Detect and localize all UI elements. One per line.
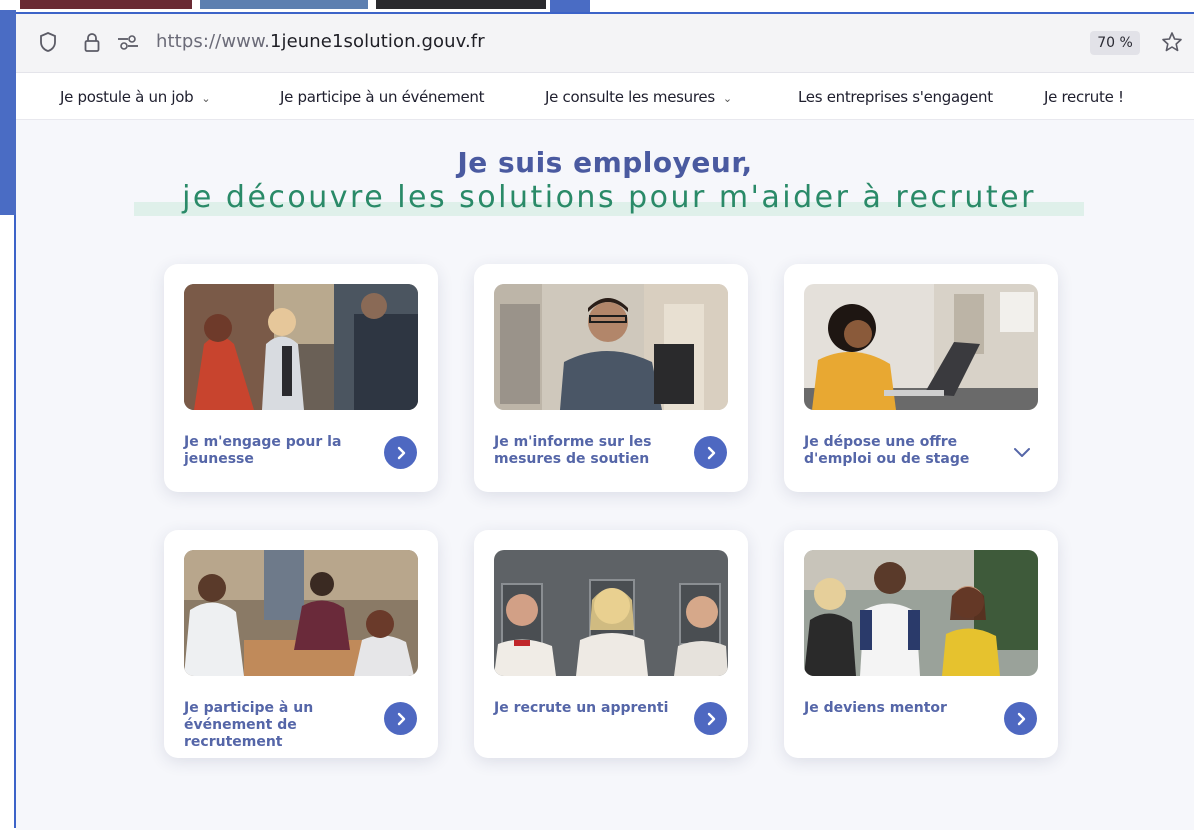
- nav-item-label: Je postule à un job: [60, 88, 194, 106]
- card-label: Je dépose une offre d'emploi ou de stage: [804, 434, 970, 467]
- card-recruitment-event[interactable]: Je participe à un événement de recruteme…: [164, 530, 438, 758]
- nav-item-companies[interactable]: Les entreprises s'engagent: [798, 88, 993, 106]
- page-subtitle-wrap: je découvre les solutions pour m'aider à…: [134, 180, 1084, 220]
- card-apprentice[interactable]: Je recrute un apprenti: [474, 530, 748, 758]
- browser-window: https://www.1jeune1solution.gouv.fr 70 %…: [16, 12, 1194, 830]
- browser-toolbar: https://www.1jeune1solution.gouv.fr 70 %: [16, 14, 1194, 73]
- url-domain: 1jeune1solution.gouv.fr: [269, 31, 485, 52]
- nav-item-measures[interactable]: Je consulte les mesures ⌄: [545, 88, 732, 106]
- photo-man-laptop: [494, 284, 728, 410]
- url-prefix: https://www.: [156, 31, 270, 52]
- photo-three-candidates: [494, 550, 728, 676]
- card-mentor[interactable]: Je deviens mentor: [784, 530, 1058, 758]
- permissions-icon[interactable]: [116, 30, 140, 54]
- chevron-right-icon: [707, 446, 715, 459]
- chevron-down-icon: ⌄: [722, 92, 732, 105]
- card-engagement[interactable]: Je m'engage pour la jeunesse: [164, 264, 438, 492]
- card-label: Je recrute un apprenti: [494, 700, 669, 716]
- card-label: Je participe à un événement de recruteme…: [184, 700, 314, 750]
- card-label: Je deviens mentor: [804, 700, 947, 716]
- card-arrow-button[interactable]: [694, 436, 727, 469]
- photo-handshake: [184, 284, 418, 410]
- chevron-down-icon: ⌄: [201, 92, 211, 105]
- page-content: Je suis employeur, je découvre les solut…: [16, 120, 1194, 830]
- nav-item-label: Les entreprises s'engagent: [798, 88, 993, 106]
- page-title: Je suis employeur,: [457, 146, 753, 179]
- card-arrow-button[interactable]: [694, 702, 727, 735]
- nav-item-job[interactable]: Je postule à un job ⌄: [60, 88, 211, 106]
- card-measures[interactable]: Je m'informe sur les mesures de soutien: [474, 264, 748, 492]
- shield-icon[interactable]: [36, 30, 60, 54]
- nav-item-label: Je consulte les mesures: [545, 88, 715, 106]
- card-job-offer[interactable]: Je dépose une offre d'emploi ou de stage: [784, 264, 1058, 492]
- zoom-level-badge[interactable]: 70 %: [1090, 31, 1140, 55]
- chevron-down-icon[interactable]: [1012, 442, 1032, 462]
- background-window-panel: [0, 10, 16, 215]
- chevron-right-icon: [397, 712, 405, 725]
- nav-item-recruit[interactable]: Je recrute !: [1044, 88, 1124, 106]
- nav-item-label: Je recrute !: [1044, 88, 1124, 106]
- lock-icon[interactable]: [80, 30, 104, 54]
- background-thumbnail: [200, 0, 368, 9]
- chevron-right-icon: [707, 712, 715, 725]
- card-label: Je m'engage pour la jeunesse: [184, 434, 342, 467]
- background-thumbnail: [376, 0, 546, 9]
- photo-event-meeting: [184, 550, 418, 676]
- background-thumbnail: [20, 0, 192, 9]
- photo-young-people: [804, 550, 1038, 676]
- background-window-edge: [550, 0, 590, 12]
- photo-woman-laptop: [804, 284, 1038, 410]
- address-bar[interactable]: https://www.1jeune1solution.gouv.fr: [156, 31, 485, 52]
- card-label: Je m'informe sur les mesures de soutien: [494, 434, 652, 467]
- page-subtitle: je découvre les solutions pour m'aider à…: [182, 180, 1036, 215]
- star-bookmark-icon[interactable]: [1160, 30, 1184, 54]
- chevron-right-icon: [397, 446, 405, 459]
- nav-item-event[interactable]: Je participe à un événement: [280, 88, 485, 106]
- nav-item-label: Je participe à un événement: [280, 88, 485, 106]
- chevron-right-icon: [1017, 712, 1025, 725]
- card-arrow-button[interactable]: [1004, 702, 1037, 735]
- site-nav-bar: Je postule à un job ⌄ Je participe à un é…: [16, 73, 1194, 120]
- card-arrow-button[interactable]: [384, 436, 417, 469]
- card-arrow-button[interactable]: [384, 702, 417, 735]
